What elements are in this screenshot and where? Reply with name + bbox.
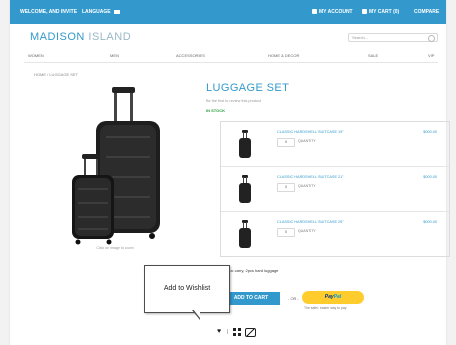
- account-link[interactable]: MY ACCOUNT: [312, 9, 353, 15]
- tooltip-pointer: [192, 309, 200, 320]
- product-title: LUGGAGE SET: [206, 82, 290, 94]
- language-switcher[interactable]: LANGUAGE: [82, 9, 121, 15]
- flag-icon: [114, 9, 121, 14]
- cart-link[interactable]: MY CART (0): [362, 9, 399, 15]
- paypal-tagline: The safer, easier way to pay: [304, 306, 347, 310]
- price: $000.00: [423, 130, 437, 134]
- nav-item-vip[interactable]: VIP: [428, 53, 434, 58]
- grouped-products-table: CLASSIC HARDSHELL SUITCASE 19" 0 QUANTIT…: [220, 121, 450, 257]
- product-name-link[interactable]: CLASSIC HARDSHELL SUITCASE 29": [277, 220, 344, 224]
- language-label: LANGUAGE: [82, 9, 111, 15]
- quantity-field[interactable]: 0: [277, 228, 295, 237]
- quantity-field[interactable]: 0: [277, 138, 295, 147]
- price: $000.00: [423, 220, 437, 224]
- search-icon[interactable]: [428, 35, 435, 42]
- nav-item-women[interactable]: WOMEN: [28, 53, 44, 58]
- search-input[interactable]: Search...: [348, 33, 438, 42]
- product-name-link[interactable]: CLASSIC HARDSHELL SUITCASE 19": [277, 130, 344, 134]
- quantity-label: QUANTITY: [298, 139, 316, 143]
- separator: |: [227, 329, 229, 335]
- search-placeholder: Search...: [352, 35, 369, 40]
- add-to-cart-button[interactable]: ADD TO CART: [222, 292, 280, 305]
- quantity-label: QUANTITY: [298, 229, 316, 233]
- product-name-link[interactable]: CLASSIC HARDSHELL SUITCASE 21": [277, 175, 344, 179]
- top-bar: WELCOME, AND INVITE LANGUAGE MY ACCOUNT …: [10, 0, 446, 24]
- suitcase-thumbnail: [239, 175, 251, 203]
- welcome-text: WELCOME, AND INVITE: [20, 9, 78, 15]
- nav-item-men[interactable]: MEN: [110, 53, 119, 58]
- review-link[interactable]: Be the first to review this product: [206, 99, 289, 103]
- grid-icon[interactable]: [233, 328, 241, 336]
- product-details: LUGGAGE SET Be the first to review this …: [206, 82, 289, 113]
- price: $000.00: [423, 175, 437, 179]
- account-icon: [312, 9, 317, 15]
- compare-link[interactable]: COMPARE: [414, 9, 439, 15]
- quantity-label: QUANTITY: [298, 184, 316, 188]
- wishlist-tooltip: Add to Wishlist: [144, 265, 230, 313]
- logo-primary: MADISON: [30, 31, 85, 43]
- image-caption: Click on image to zoom: [96, 246, 134, 250]
- product-page: WELCOME, AND INVITE LANGUAGE MY ACCOUNT …: [10, 0, 450, 345]
- suitcase-thumbnail: [239, 220, 251, 248]
- stock-status: IN STOCK: [206, 108, 226, 113]
- table-row: CLASSIC HARDSHELL SUITCASE 19" 0 QUANTIT…: [221, 122, 449, 167]
- nav-item-home-decor[interactable]: HOME & DECOR: [268, 53, 299, 58]
- breadcrumb[interactable]: HOME / LUGGAGE SET: [34, 72, 78, 77]
- product-image[interactable]: [66, 85, 186, 245]
- paypal-button[interactable]: PayPal: [302, 291, 364, 304]
- cart-label: MY CART (0): [369, 9, 400, 15]
- paypal-suffix: Pal: [333, 294, 342, 300]
- nav-item-sale[interactable]: SALE: [368, 53, 378, 58]
- product-description: 1 pc carry, 2pcs hard luggage: [226, 268, 279, 273]
- site-logo[interactable]: MADISON ISLAND: [30, 31, 131, 43]
- table-row: CLASSIC HARDSHELL SUITCASE 29" 0 QUANTIT…: [221, 212, 449, 256]
- mail-icon[interactable]: [245, 328, 256, 337]
- table-row: CLASSIC HARDSHELL SUITCASE 21" 0 QUANTIT…: [221, 167, 449, 212]
- suitcase-thumbnail: [239, 130, 251, 158]
- paypal-prefix: Pay: [324, 294, 334, 300]
- main-nav: WOMEN MEN ACCESSORIES HOME & DECOR SALE …: [24, 50, 438, 63]
- logo-secondary: ISLAND: [84, 31, 132, 43]
- heart-icon[interactable]: ♥: [217, 328, 221, 335]
- or-separator: - OR -: [288, 296, 299, 301]
- account-label: MY ACCOUNT: [319, 9, 353, 15]
- quantity-field[interactable]: 0: [277, 183, 295, 192]
- cart-icon: [362, 9, 367, 15]
- nav-item-accessories[interactable]: ACCESSORIES: [176, 53, 205, 58]
